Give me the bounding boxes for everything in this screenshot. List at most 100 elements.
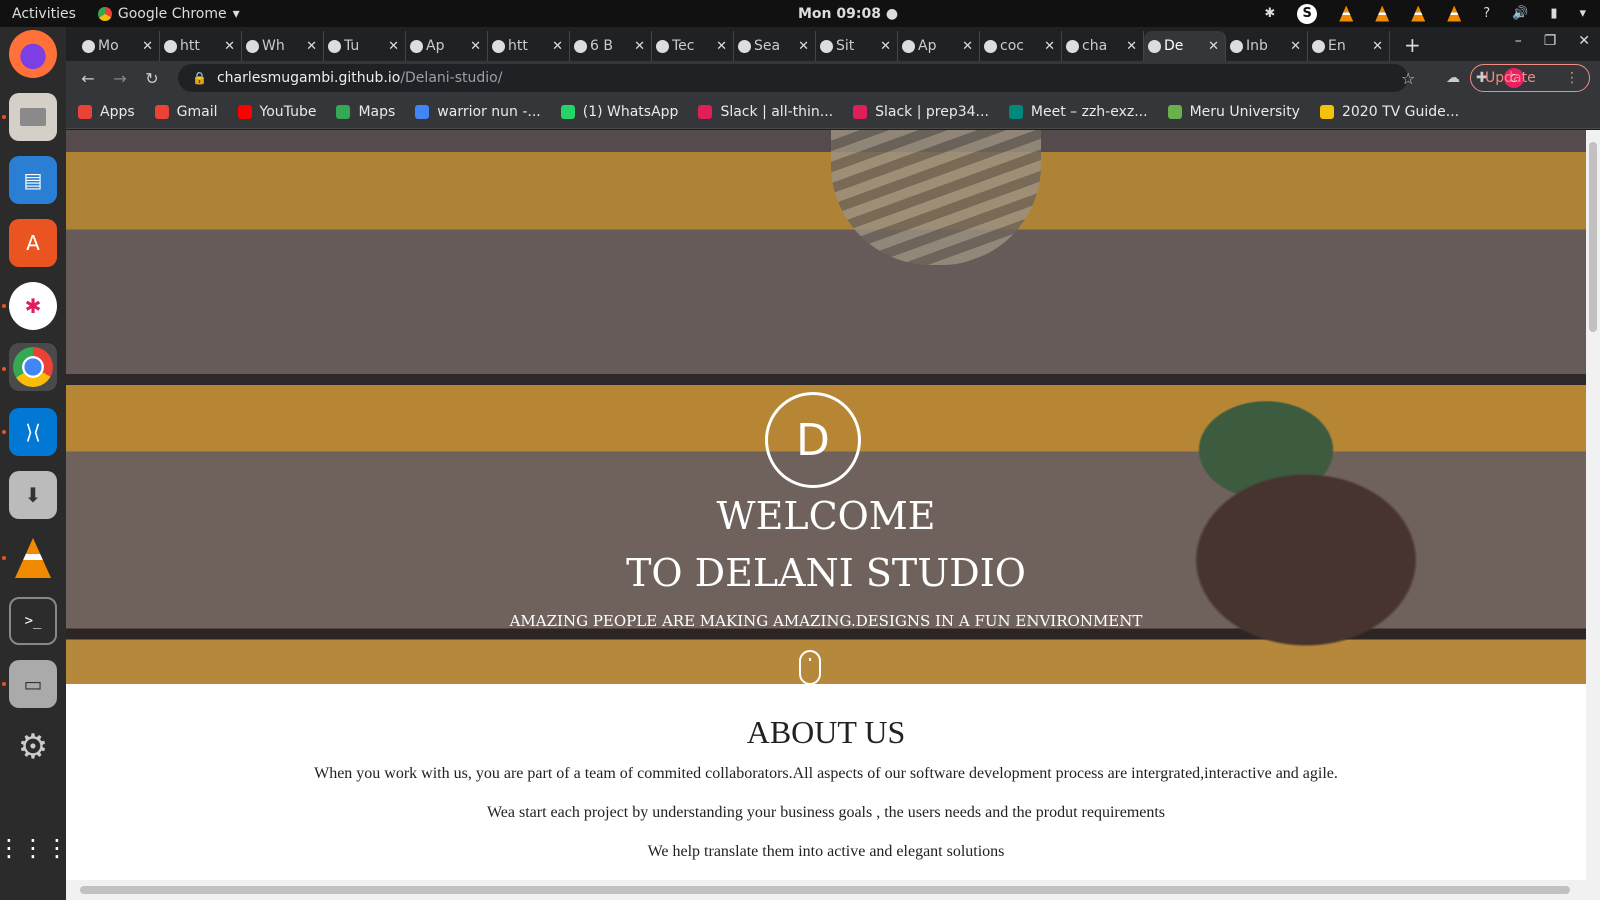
browser-tab[interactable]: coc ✕ (980, 31, 1062, 61)
tab-favicon (656, 39, 669, 53)
browser-tab[interactable]: 6 B ✕ (570, 31, 652, 61)
volume-icon[interactable]: 🔊 (1512, 6, 1528, 21)
browser-toolbar: ← → ↻ 🔒 charlesmugambi.github.io/Delani-… (66, 61, 1600, 95)
system-tray[interactable]: ✱ S ? 🔊 ▮ ▾ (1264, 3, 1586, 24)
slack-tray-icon[interactable]: ✱ (1264, 6, 1275, 21)
close-window-button[interactable]: ✕ (1578, 33, 1590, 49)
vlc-tray-icon[interactable] (1447, 5, 1462, 22)
extension-icon[interactable]: ☁ (1446, 70, 1460, 86)
horizontal-scrollbar[interactable] (66, 880, 1600, 900)
browser-tab[interactable]: Ap ✕ (406, 31, 488, 61)
browser-tab[interactable]: Tec ✕ (652, 31, 734, 61)
bookmark-item[interactable]: 2020 TV Guide... (1319, 104, 1459, 120)
browser-tab[interactable]: cha ✕ (1062, 31, 1144, 61)
running-indicator (2, 430, 6, 434)
system-top-bar: Activities Google Chrome ▾ Mon 09:08 ● ✱… (0, 0, 1600, 27)
vscode-icon[interactable]: ⟩⟨ (9, 408, 57, 456)
back-button[interactable]: ← (72, 69, 104, 88)
scrollbar-thumb[interactable] (80, 886, 1570, 894)
bookmark-item[interactable]: Slack | all-thin... (698, 104, 833, 120)
chevron-down-icon[interactable]: ▾ (1579, 6, 1586, 21)
bookmark-item[interactable]: Maps (336, 104, 395, 120)
close-tab-icon[interactable]: ✕ (880, 39, 891, 54)
browser-tab[interactable]: Wh ✕ (242, 31, 324, 61)
bookmark-item[interactable]: (1) WhatsApp (560, 103, 679, 120)
vlc-tray-icon[interactable] (1375, 5, 1390, 22)
browser-tab[interactable]: Sit ✕ (816, 31, 898, 61)
close-tab-icon[interactable]: ✕ (224, 39, 235, 54)
writer-icon[interactable]: ▤ (9, 156, 57, 204)
maximize-button[interactable]: ❐ (1544, 33, 1557, 49)
vlc-icon[interactable] (9, 534, 57, 582)
bookmark-star-icon[interactable]: ☆ (1401, 69, 1415, 88)
close-tab-icon[interactable]: ✕ (552, 39, 563, 54)
browser-tab[interactable]: En ✕ (1308, 31, 1390, 61)
running-indicator (2, 682, 6, 686)
bookmark-favicon (1008, 104, 1023, 119)
address-bar[interactable]: 🔒 charlesmugambi.github.io/Delani-studio… (178, 64, 1408, 92)
browser-tab[interactable]: htt ✕ (160, 31, 242, 61)
browser-tab[interactable]: De ✕ (1144, 31, 1226, 61)
slack-icon[interactable]: ✱ (9, 282, 57, 330)
settings-icon[interactable]: ⚙ (9, 723, 57, 771)
hero-title-line2: TO DELANI STUDIO (626, 551, 1026, 595)
close-tab-icon[interactable]: ✕ (142, 39, 153, 54)
vlc-tray-icon[interactable] (1339, 5, 1354, 22)
bookmark-item[interactable]: Meet – zzh-exz... (1008, 104, 1148, 120)
bookmark-item[interactable]: Gmail (154, 104, 218, 120)
scanner-icon[interactable]: ▭ (9, 660, 57, 708)
bookmark-item[interactable]: Slack | prep34... (853, 104, 989, 120)
new-tab-button[interactable]: + (1390, 33, 1435, 61)
tab-title: Wh (262, 38, 285, 54)
chrome-icon[interactable] (9, 343, 57, 391)
about-title: ABOUT US (746, 714, 906, 750)
installer-icon[interactable]: ⬇ (9, 471, 57, 519)
bookmark-item[interactable]: warrior nun -... (415, 104, 541, 120)
browser-tab[interactable]: htt ✕ (488, 31, 570, 61)
terminal-icon[interactable]: >_ (9, 597, 57, 645)
vlc-tray-icon[interactable] (1411, 5, 1426, 22)
vertical-scrollbar[interactable] (1586, 130, 1600, 880)
lock-icon[interactable]: 🔒 (192, 71, 207, 85)
close-tab-icon[interactable]: ✕ (962, 39, 973, 54)
scrollbar-thumb[interactable] (1589, 142, 1597, 332)
forward-button[interactable]: → (104, 69, 136, 88)
bookmark-label: (1) WhatsApp (582, 103, 679, 120)
close-tab-icon[interactable]: ✕ (1290, 39, 1301, 54)
close-tab-icon[interactable]: ✕ (798, 39, 809, 54)
close-tab-icon[interactable]: ✕ (388, 39, 399, 54)
tab-title: htt (180, 38, 200, 54)
close-tab-icon[interactable]: ✕ (1208, 39, 1219, 54)
tab-title: Sit (836, 38, 855, 54)
close-tab-icon[interactable]: ✕ (306, 39, 317, 54)
close-tab-icon[interactable]: ✕ (634, 39, 645, 54)
bookmark-item[interactable]: Apps (78, 104, 135, 120)
show-apps-icon[interactable]: ⋮⋮⋮ (0, 824, 69, 872)
minimize-button[interactable]: – (1515, 33, 1522, 49)
battery-icon[interactable]: ▮ (1550, 6, 1557, 21)
reload-button[interactable]: ↻ (136, 69, 168, 88)
app-menu[interactable]: Google Chrome ▾ (97, 6, 240, 22)
bookmark-item[interactable]: Meru University (1167, 104, 1300, 120)
browser-tab[interactable]: Inb ✕ (1226, 31, 1308, 61)
bookmark-item[interactable]: YouTube (237, 104, 316, 120)
clock[interactable]: Mon 09:08 ● (798, 6, 898, 22)
close-tab-icon[interactable]: ✕ (1044, 39, 1055, 54)
close-tab-icon[interactable]: ✕ (716, 39, 727, 54)
firefox-icon[interactable] (9, 30, 57, 78)
update-button[interactable]: Update ⋮ (1470, 64, 1590, 92)
software-icon[interactable]: A (9, 219, 57, 267)
help-icon[interactable]: ? (1483, 6, 1490, 21)
close-tab-icon[interactable]: ✕ (1126, 39, 1137, 54)
close-tab-icon[interactable]: ✕ (470, 39, 481, 54)
skype-tray-icon[interactable]: S (1297, 3, 1318, 24)
activities-button[interactable]: Activities (12, 6, 76, 22)
browser-tab[interactable]: Tu ✕ (324, 31, 406, 61)
browser-tab[interactable]: Ap ✕ (898, 31, 980, 61)
files-icon[interactable] (9, 93, 57, 141)
close-tab-icon[interactable]: ✕ (1372, 39, 1383, 54)
browser-tab[interactable]: Sea ✕ (734, 31, 816, 61)
browser-tab[interactable]: Mo ✕ (78, 31, 160, 61)
scroll-down-icon[interactable] (799, 650, 821, 685)
bookmark-favicon (336, 104, 351, 119)
